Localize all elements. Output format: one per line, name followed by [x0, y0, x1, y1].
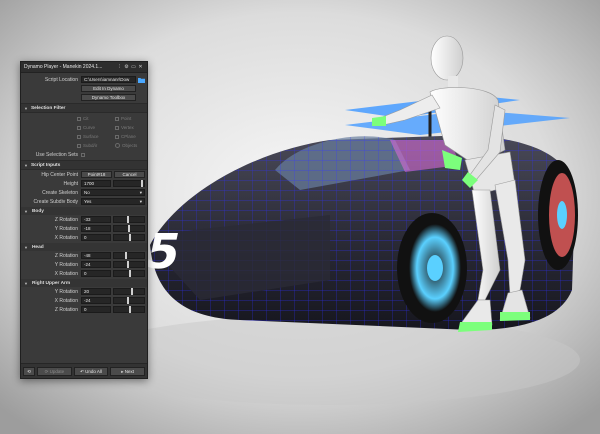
rotation-field[interactable]: -33 — [81, 216, 111, 223]
filter-option-curve[interactable]: Curve — [77, 124, 115, 131]
script-location-label: Script Location — [44, 76, 78, 83]
create-skeleton-dropdown[interactable]: No ▾ — [81, 189, 145, 196]
hip-center-point-label: Hip Center Point — [41, 171, 78, 178]
info-icon[interactable]: ⫶ — [116, 63, 123, 71]
use-selection-sets-checkbox[interactable] — [81, 152, 85, 157]
front-wheel — [397, 213, 467, 323]
rotation-field[interactable]: 20 — [81, 288, 111, 295]
collapse-arrow-icon: ▼ — [24, 244, 28, 250]
rotation-row: Z Rotation -33 — [21, 215, 147, 224]
close-icon[interactable]: ✕ — [137, 63, 144, 71]
rotation-slider[interactable] — [113, 288, 145, 295]
rotation-label: Z Rotation — [54, 306, 78, 313]
rotation-row: Y Rotation -24 — [21, 260, 147, 269]
rotation-slider[interactable] — [113, 234, 145, 241]
panel-titlebar[interactable]: Dynamo Player - Manekin 2024.1... ⫶ ⚙ ▭ … — [21, 62, 147, 73]
collapse-arrow-icon: ▼ — [24, 105, 28, 111]
chevron-down-icon: ▾ — [139, 190, 142, 195]
rotation-field[interactable]: 0 — [81, 270, 111, 277]
rotation-row: X Rotation -24 — [21, 296, 147, 305]
rotation-label: Z Rotation — [54, 216, 78, 223]
collapse-arrow-icon: ▼ — [24, 162, 28, 168]
script-inputs-header[interactable]: ▼ Script Inputs — [21, 160, 147, 170]
slider-knob[interactable] — [126, 216, 129, 223]
rotation-label: Y Rotation — [54, 225, 78, 232]
rotation-label: X Rotation — [54, 270, 78, 277]
rotation-label: Y Rotation — [54, 261, 78, 268]
rotation-field[interactable]: -18 — [81, 225, 111, 232]
rotation-slider[interactable] — [113, 297, 145, 304]
undo-all-button[interactable]: ↶ Undo All — [73, 366, 109, 376]
group-header-body[interactable]: ▼ Body — [21, 207, 147, 215]
cancel-button[interactable]: Cancel — [114, 171, 145, 178]
dock-icon[interactable]: ▭ — [130, 63, 137, 71]
use-selection-sets-label: Use Selection Sets — [35, 151, 78, 158]
selection-filter-header[interactable]: ▼ Selection Filter — [21, 103, 147, 113]
group-header-right-upper-arm[interactable]: ▼ Right Upper Arm — [21, 279, 147, 287]
folder-open-icon[interactable] — [137, 76, 145, 83]
filter-option-point[interactable]: Point — [115, 115, 153, 122]
panel-footer: ⟲ ⟳ Update ↶ Undo All ▸ Next — [21, 363, 147, 378]
rotation-slider[interactable] — [113, 225, 145, 232]
height-field[interactable]: 1700 — [81, 180, 111, 187]
create-subdiv-body-dropdown[interactable]: Yes ▾ — [81, 198, 145, 205]
rotation-slider[interactable] — [113, 270, 145, 277]
next-button[interactable]: ▸ Next — [110, 366, 146, 376]
rotation-row: Y Rotation -18 — [21, 224, 147, 233]
dynamo-toolbox-button[interactable]: Dynamo Toolbox — [81, 94, 136, 101]
slider-knob[interactable] — [129, 270, 131, 277]
rear-wheel — [538, 160, 578, 270]
filter-option-cit[interactable]: Cit — [77, 115, 115, 122]
settings-icon[interactable]: ⚙ — [123, 63, 130, 71]
filter-option-vertex[interactable]: Vertex — [115, 124, 153, 131]
rotation-field[interactable]: -24 — [81, 261, 111, 268]
collapse-arrow-icon: ▼ — [24, 280, 28, 286]
dynamo-player-panel: Dynamo Player - Manekin 2024.1... ⫶ ⚙ ▭ … — [20, 61, 148, 379]
panel-title: Dynamo Player - Manekin 2024.1... — [24, 64, 103, 70]
rotation-label: Z Rotation — [54, 252, 78, 259]
height-label: Height — [63, 180, 78, 187]
rotation-field[interactable]: -24 — [81, 297, 111, 304]
rotation-field[interactable]: -48 — [81, 252, 111, 259]
create-subdiv-body-label: Create Subdiv Body — [33, 198, 78, 205]
chevron-down-icon: ▾ — [139, 199, 142, 204]
filter-option-surface[interactable]: Surface — [77, 133, 115, 140]
create-skeleton-label: Create Skeleton — [42, 189, 78, 196]
rotation-slider[interactable] — [113, 306, 145, 313]
rotation-row: X Rotation 0 — [21, 233, 147, 242]
rotation-row: Y Rotation 20 — [21, 287, 147, 296]
filter-option-subdiv[interactable]: Subd/ir — [77, 142, 115, 149]
edit-in-dynamo-button[interactable]: Edit In Dynamo — [81, 85, 136, 92]
rotation-field[interactable]: 0 — [81, 306, 111, 313]
rotation-label: X Rotation — [54, 234, 78, 241]
refresh-icon[interactable]: ⟲ — [23, 366, 35, 376]
slider-knob[interactable] — [124, 252, 127, 259]
rotation-row: Z Rotation 0 — [21, 305, 147, 314]
hip-center-point-button[interactable]: Point#18 — [81, 171, 112, 178]
slider-knob[interactable] — [127, 297, 130, 304]
rotation-slider[interactable] — [113, 252, 145, 259]
group-header-head[interactable]: ▼ Head — [21, 243, 147, 251]
rotation-label: Y Rotation — [54, 288, 78, 295]
filter-option-objects[interactable]: Objects — [115, 142, 153, 149]
filter-option-cplane[interactable]: CPlane — [115, 133, 153, 140]
slider-knob[interactable] — [129, 234, 131, 241]
script-location-field[interactable]: C:\Users\iamnanr\Dow — [81, 76, 136, 83]
slider-knob[interactable] — [127, 261, 130, 268]
slider-knob[interactable] — [131, 288, 134, 295]
rotation-slider[interactable] — [113, 216, 145, 223]
rotation-row: X Rotation 0 — [21, 269, 147, 278]
rotation-row: Z Rotation -48 — [21, 251, 147, 260]
update-button[interactable]: ⟳ Update — [37, 366, 72, 376]
slider-knob[interactable] — [129, 306, 131, 313]
collapse-arrow-icon: ▼ — [24, 208, 28, 214]
rotation-slider[interactable] — [113, 261, 145, 268]
rotation-label: X Rotation — [54, 297, 78, 304]
rotation-field[interactable]: 0 — [81, 234, 111, 241]
height-slider[interactable] — [113, 180, 145, 187]
slider-knob[interactable] — [127, 225, 130, 232]
